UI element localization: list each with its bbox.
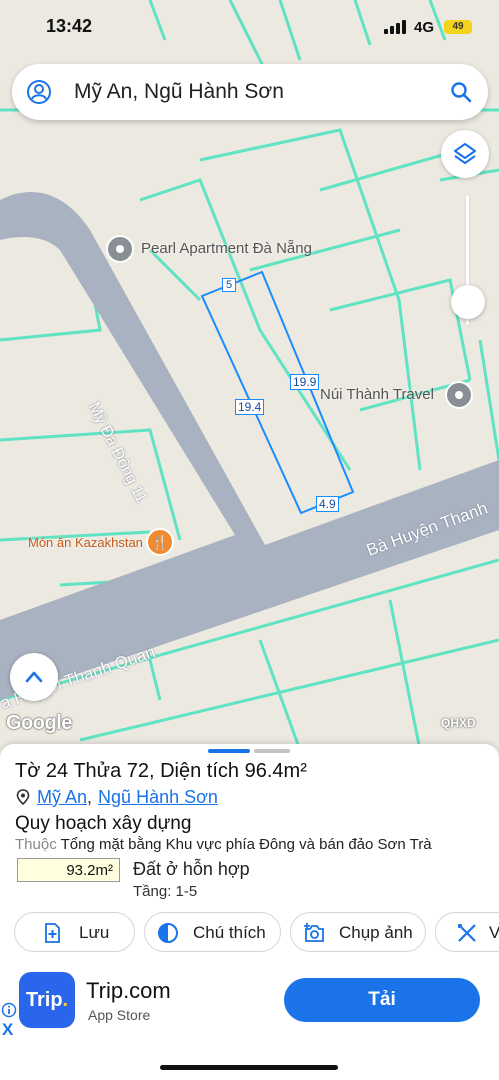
home-indicator[interactable] xyxy=(160,1065,338,1070)
area-prefix: , Diện tích xyxy=(149,760,245,782)
place-pin-icon xyxy=(445,381,473,409)
ad-app-name[interactable]: Trip.com xyxy=(86,978,171,1004)
ad-info-icon[interactable] xyxy=(1,1002,17,1018)
search-bar[interactable]: Mỹ An, Ngũ Hành Sơn xyxy=(12,64,488,120)
area-value: 96.4m² xyxy=(244,760,307,782)
opacity-slider-knob[interactable] xyxy=(451,285,485,319)
belongs-label: Thuộc xyxy=(15,836,57,853)
plot-prefix: Thửa xyxy=(68,760,127,782)
zone-area: 93.2m² xyxy=(66,862,113,879)
logo-dot: . xyxy=(62,989,69,1011)
search-query[interactable]: Mỹ An, Ngũ Hành Sơn xyxy=(74,80,284,104)
save-label: Lưu xyxy=(79,923,110,942)
signal-icon xyxy=(384,20,406,34)
dim-bottom-text: 4.9 xyxy=(319,497,336,511)
road-shape xyxy=(0,191,499,700)
belongs-value: Tổng mặt bằng Khu vực phía Đông và bán đ… xyxy=(56,836,432,853)
status-bar: 13:42 4G 49 xyxy=(0,0,499,54)
battery-level: 49 xyxy=(452,21,464,32)
dim-top-text: 5 xyxy=(226,279,233,291)
district-link[interactable]: Ngũ Hành Sơn xyxy=(98,787,218,807)
roads xyxy=(0,191,499,700)
zone-use: Đất ở hỗn hợp xyxy=(133,859,250,879)
account-icon[interactable] xyxy=(26,79,52,105)
separator: , xyxy=(87,787,93,807)
save-button[interactable]: Lưu xyxy=(14,912,135,952)
dim-right-text: 19.9 xyxy=(293,375,317,389)
photo-button[interactable]: Chụp ảnh xyxy=(290,912,426,952)
dim-label-bottom: 4.9 xyxy=(316,496,339,512)
measure-label: V xyxy=(489,923,499,942)
network-type: 4G xyxy=(414,19,435,36)
search-icon[interactable] xyxy=(449,80,473,104)
location-row: Mỹ An, Ngũ Hành Sơn xyxy=(15,787,218,808)
poi-pearl-label: Pearl Apartment Đà Nẵng xyxy=(141,240,312,257)
sheet-number: 24 xyxy=(45,760,69,782)
google-logo: Google xyxy=(6,712,72,734)
location-pin-icon xyxy=(16,789,30,805)
expand-sheet-button[interactable] xyxy=(10,653,58,701)
zone-area-box: 93.2m² xyxy=(17,858,120,882)
ad-close-icon[interactable]: X xyxy=(2,1020,13,1040)
ruler-icon xyxy=(458,924,476,942)
contrast-icon xyxy=(158,923,178,943)
chevron-up-icon xyxy=(25,671,43,683)
poi-food-label: Món ăn Kazakhstan xyxy=(28,535,143,550)
photo-label: Chụp ảnh xyxy=(339,923,413,942)
dim-label-top: 5 xyxy=(222,278,237,292)
ad-app-logo[interactable]: Trip. xyxy=(19,972,75,1028)
layers-button[interactable] xyxy=(441,130,489,178)
ad-banner[interactable]: X Trip. Trip.com App Store Tải xyxy=(0,966,499,1046)
legend-label: Chú thích xyxy=(193,923,266,942)
poi-travel-label: Núi Thành Travel xyxy=(320,386,434,403)
camera-add-icon xyxy=(304,923,324,942)
plot-number: 72 xyxy=(126,760,149,782)
layer-label: QHXD xyxy=(441,716,476,730)
ad-store: App Store xyxy=(88,1007,151,1023)
app-root: 5 19.4 19.9 4.9 Pearl Apartment Đà Nẵng … xyxy=(0,0,499,1080)
plot-title: Tờ 24 Thửa 72, Diện tích 96.4m² xyxy=(15,760,307,783)
ward-link[interactable]: Mỹ An xyxy=(37,787,87,807)
title-prefix: Tờ xyxy=(15,760,46,782)
place-pin-icon xyxy=(106,235,134,263)
status-time: 13:42 xyxy=(46,16,93,36)
dim-label-right: 19.9 xyxy=(290,374,320,390)
ad-install-button[interactable]: Tải xyxy=(284,978,480,1022)
dim-label-left: 19.4 xyxy=(235,399,265,415)
dim-left-text: 19.4 xyxy=(238,400,262,414)
measure-button[interactable]: V xyxy=(435,912,499,952)
logo-text: Trip xyxy=(25,989,63,1011)
battery-icon: 49 xyxy=(444,20,472,34)
section-heading: Quy hoạch xây dựng xyxy=(15,813,192,834)
legend-button[interactable]: Chú thích xyxy=(144,912,281,952)
add-file-icon xyxy=(45,923,60,943)
restaurant-icon: 🍴 xyxy=(146,528,174,556)
zone-floors: Tầng: 1-5 xyxy=(133,883,198,900)
layers-icon xyxy=(454,143,476,164)
belongs-row: Thuộc Tổng mặt bằng Khu vực phía Đông và… xyxy=(15,836,432,853)
